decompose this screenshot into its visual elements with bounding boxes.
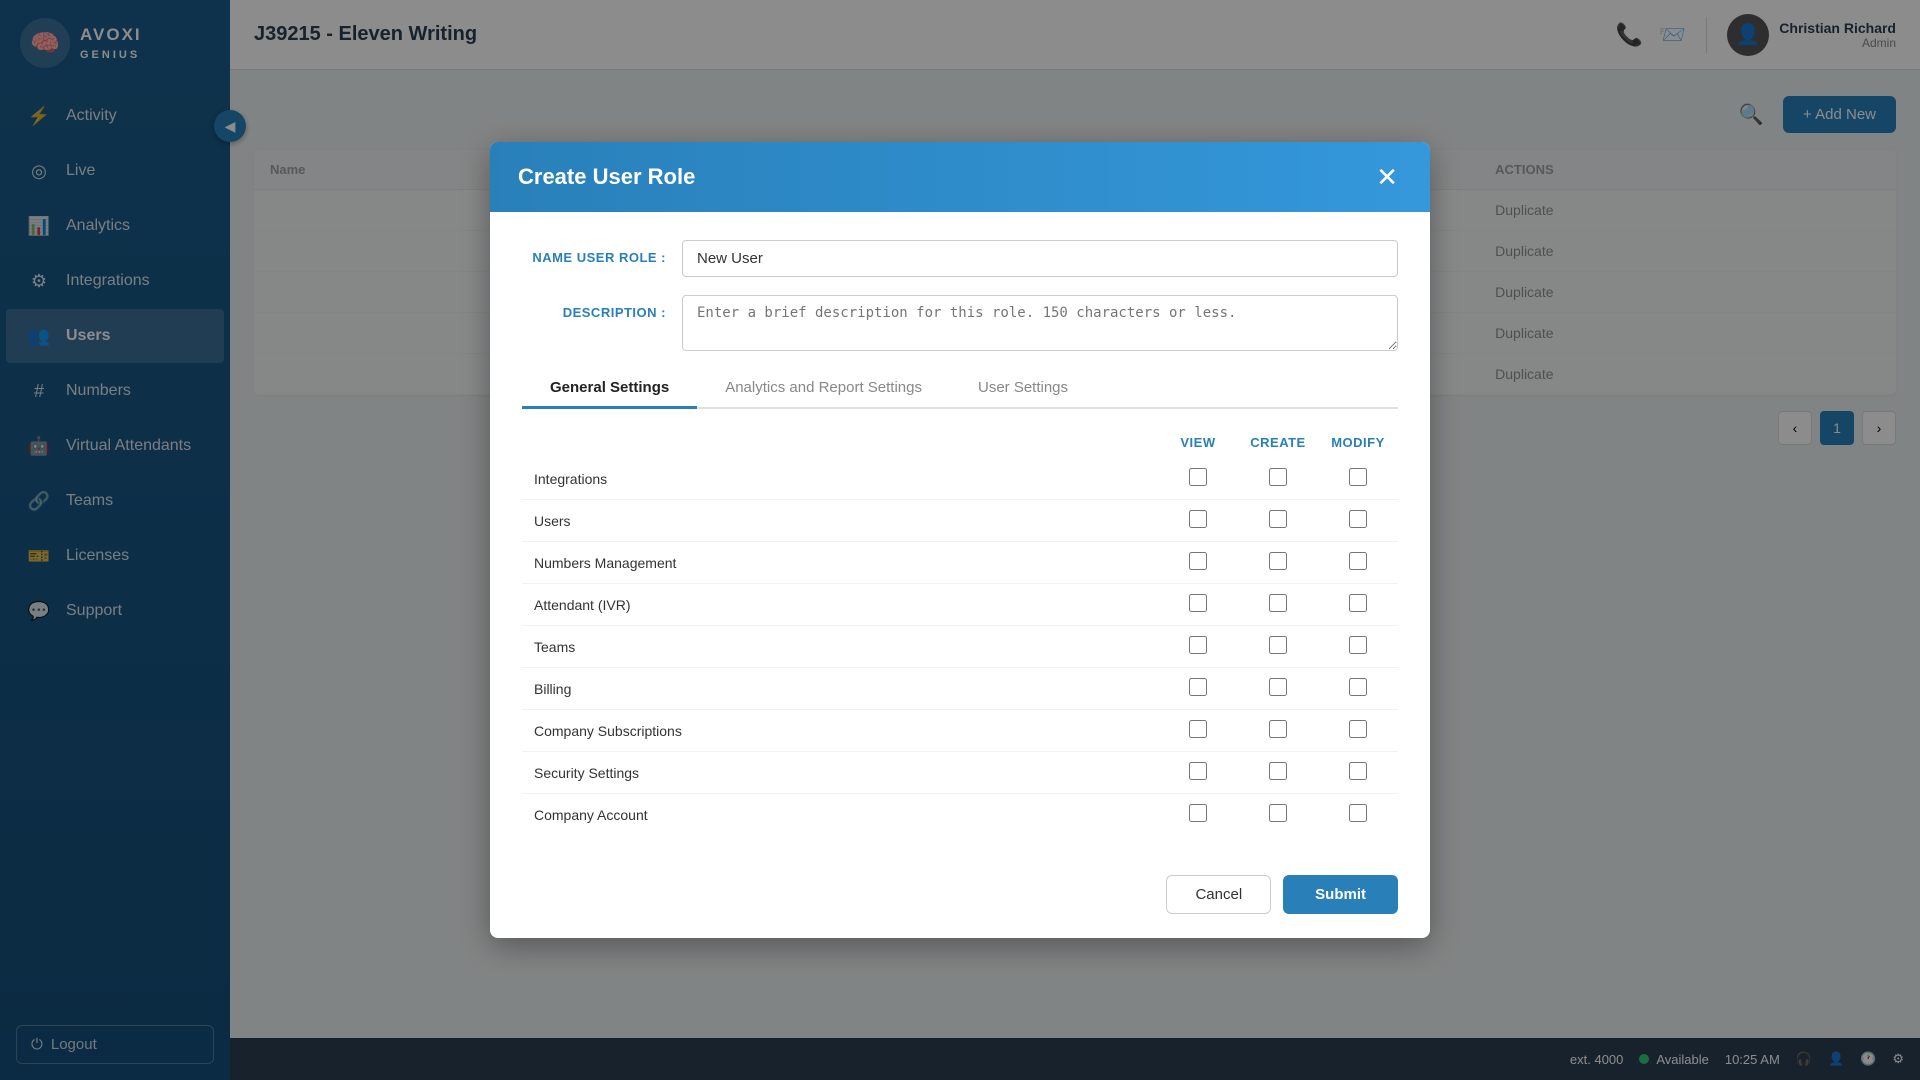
perm-create-7: [1238, 752, 1318, 794]
perm-create-5: [1238, 668, 1318, 710]
perm-modify-checkbox-0[interactable]: [1349, 468, 1367, 486]
perm-create-8: [1238, 794, 1318, 836]
perm-view-checkbox-3[interactable]: [1189, 594, 1207, 612]
perm-modify-checkbox-2[interactable]: [1349, 552, 1367, 570]
perm-view-4: [1158, 626, 1238, 668]
col-permission: [522, 427, 1158, 458]
perm-create-checkbox-6[interactable]: [1269, 720, 1287, 738]
col-create: CREATE: [1238, 427, 1318, 458]
perm-modify-checkbox-6[interactable]: [1349, 720, 1367, 738]
modal-close-button[interactable]: ✕: [1372, 164, 1402, 190]
modal-footer: Cancel Submit: [490, 859, 1430, 938]
perm-create-0: [1238, 458, 1318, 500]
perm-row: Numbers Management: [522, 542, 1398, 584]
perm-row: Attendant (IVR): [522, 584, 1398, 626]
perm-row: Teams: [522, 626, 1398, 668]
perm-modify-0: [1318, 458, 1398, 500]
name-label: NAME USER ROLE :: [522, 240, 682, 265]
perm-view-5: [1158, 668, 1238, 710]
perm-modify-checkbox-8[interactable]: [1349, 804, 1367, 822]
name-input[interactable]: [682, 240, 1398, 277]
perm-view-checkbox-4[interactable]: [1189, 636, 1207, 654]
name-field-row: NAME USER ROLE :: [522, 240, 1398, 277]
perm-modify-6: [1318, 710, 1398, 752]
perm-modify-checkbox-1[interactable]: [1349, 510, 1367, 528]
perm-name-2: Numbers Management: [522, 542, 1158, 584]
perm-row: Billing: [522, 668, 1398, 710]
perm-create-checkbox-2[interactable]: [1269, 552, 1287, 570]
perm-create-4: [1238, 626, 1318, 668]
perm-view-checkbox-0[interactable]: [1189, 468, 1207, 486]
perm-create-1: [1238, 500, 1318, 542]
perm-name-6: Company Subscriptions: [522, 710, 1158, 752]
perm-create-checkbox-7[interactable]: [1269, 762, 1287, 780]
perm-row: Company Subscriptions: [522, 710, 1398, 752]
perm-name-1: Users: [522, 500, 1158, 542]
submit-button[interactable]: Submit: [1283, 875, 1398, 914]
perm-modify-2: [1318, 542, 1398, 584]
perm-create-3: [1238, 584, 1318, 626]
modal-tabs: General Settings Analytics and Report Se…: [522, 369, 1398, 409]
perm-row: Users: [522, 500, 1398, 542]
perm-name-3: Attendant (IVR): [522, 584, 1158, 626]
perm-name-7: Security Settings: [522, 752, 1158, 794]
perm-modify-5: [1318, 668, 1398, 710]
perm-view-checkbox-6[interactable]: [1189, 720, 1207, 738]
perm-view-checkbox-2[interactable]: [1189, 552, 1207, 570]
perm-view-checkbox-1[interactable]: [1189, 510, 1207, 528]
perm-create-checkbox-1[interactable]: [1269, 510, 1287, 528]
desc-label: DESCRIPTION :: [522, 295, 682, 320]
perm-modify-checkbox-3[interactable]: [1349, 594, 1367, 612]
perm-create-checkbox-0[interactable]: [1269, 468, 1287, 486]
perm-view-checkbox-8[interactable]: [1189, 804, 1207, 822]
perm-modify-checkbox-4[interactable]: [1349, 636, 1367, 654]
modal-body: NAME USER ROLE : DESCRIPTION : General S…: [490, 212, 1430, 859]
perm-create-checkbox-8[interactable]: [1269, 804, 1287, 822]
perm-create-checkbox-3[interactable]: [1269, 594, 1287, 612]
perm-row: Company Account: [522, 794, 1398, 836]
perm-view-checkbox-7[interactable]: [1189, 762, 1207, 780]
perm-create-checkbox-5[interactable]: [1269, 678, 1287, 696]
perm-name-4: Teams: [522, 626, 1158, 668]
modal-title: Create User Role: [518, 164, 695, 190]
perm-create-6: [1238, 710, 1318, 752]
perm-row: Security Settings: [522, 752, 1398, 794]
close-icon: ✕: [1376, 162, 1398, 192]
tab-general-settings[interactable]: General Settings: [522, 369, 697, 409]
perm-create-checkbox-4[interactable]: [1269, 636, 1287, 654]
tab-analytics-report-settings[interactable]: Analytics and Report Settings: [697, 369, 950, 409]
perm-view-6: [1158, 710, 1238, 752]
perm-create-2: [1238, 542, 1318, 584]
description-input[interactable]: [682, 295, 1398, 351]
perm-modify-7: [1318, 752, 1398, 794]
perm-view-2: [1158, 542, 1238, 584]
perm-view-3: [1158, 584, 1238, 626]
perm-view-1: [1158, 500, 1238, 542]
perm-view-checkbox-5[interactable]: [1189, 678, 1207, 696]
modal-overlay[interactable]: Create User Role ✕ NAME USER ROLE : DESC…: [0, 0, 1920, 1080]
perm-name-5: Billing: [522, 668, 1158, 710]
modal-header: Create User Role ✕: [490, 142, 1430, 212]
create-user-role-modal: Create User Role ✕ NAME USER ROLE : DESC…: [490, 142, 1430, 938]
cancel-button[interactable]: Cancel: [1166, 875, 1271, 914]
col-modify: MODIFY: [1318, 427, 1398, 458]
perm-modify-1: [1318, 500, 1398, 542]
perm-view-7: [1158, 752, 1238, 794]
perm-view-8: [1158, 794, 1238, 836]
col-view: VIEW: [1158, 427, 1238, 458]
perm-modify-checkbox-7[interactable]: [1349, 762, 1367, 780]
perm-modify-4: [1318, 626, 1398, 668]
perm-modify-8: [1318, 794, 1398, 836]
perm-modify-checkbox-5[interactable]: [1349, 678, 1367, 696]
tab-user-settings[interactable]: User Settings: [950, 369, 1096, 409]
perm-view-0: [1158, 458, 1238, 500]
perm-name-8: Company Account: [522, 794, 1158, 836]
perm-modify-3: [1318, 584, 1398, 626]
perm-row: Integrations: [522, 458, 1398, 500]
permissions-table: VIEW CREATE MODIFY Integrations Users Nu…: [522, 427, 1398, 835]
description-field-row: DESCRIPTION :: [522, 295, 1398, 351]
perm-name-0: Integrations: [522, 458, 1158, 500]
